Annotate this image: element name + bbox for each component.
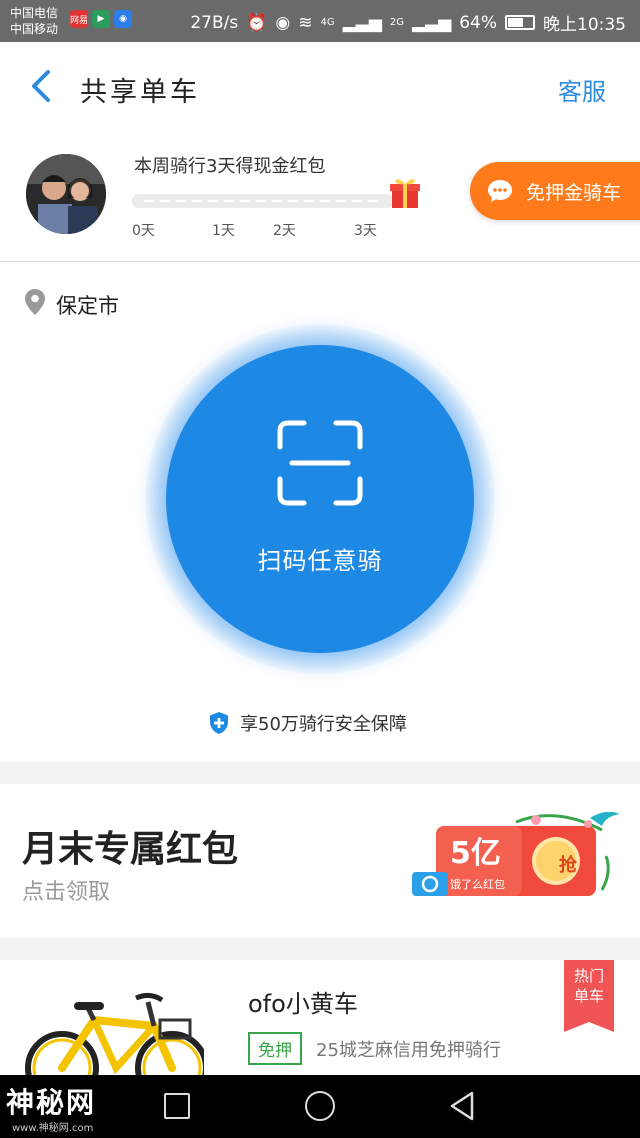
watermark-url: www.神秘网.com — [12, 1123, 94, 1134]
page-title: 共享单车 — [80, 77, 200, 108]
ribbon-line-1: 热门 — [573, 967, 604, 985]
video-app-icon: ▶ — [92, 10, 110, 28]
browser-app-icon: ◉ — [114, 10, 132, 28]
promo-amount: 5亿 — [450, 836, 501, 871]
network-speed: 27B/s — [190, 12, 239, 33]
chat-bubble-icon — [488, 180, 512, 202]
progress-track — [132, 194, 394, 208]
bike-name: ofo小黄车 — [248, 990, 358, 1018]
hot-bike-ribbon: 热门 单车 — [564, 960, 614, 1032]
promo-title: 月末专属红包 — [22, 829, 239, 870]
netease-app-icon: 网易 — [70, 10, 88, 28]
notification-icons: 网易 ▶ ◉ — [70, 10, 132, 28]
carrier-1: 中国电信 — [10, 6, 59, 20]
alarm-icon: ⏰ — [246, 12, 268, 33]
location-pin-icon — [25, 289, 45, 315]
signal-icon-2: ▂▃▅ — [411, 12, 452, 33]
battery-percent: 64% — [459, 12, 497, 33]
yellow-bike-image — [25, 992, 204, 1075]
tick-day-3: 3天 — [354, 223, 377, 239]
watermark-text: 神秘网 — [6, 1086, 97, 1119]
eye-icon: ◉ — [275, 12, 291, 33]
system-nav-bar: 神秘网 www.神秘网.com — [0, 1075, 640, 1138]
gift-icon — [390, 179, 420, 208]
carrier-info: 中国电信 中国移动 — [10, 5, 58, 37]
network-type-2: 2G — [389, 17, 404, 28]
nav-back-icon[interactable] — [446, 1089, 480, 1123]
signal-icon: ▂▃▅ — [342, 12, 382, 33]
wifi-icon: ≋ — [298, 12, 313, 33]
network-type-1: 4G — [320, 17, 335, 28]
progress-dashes — [144, 200, 382, 202]
eleme-red-packet-graphic[interactable]: 5亿 饿了么红包 抢 — [406, 811, 628, 912]
battery-fill — [508, 18, 524, 27]
recent-apps-icon[interactable] — [164, 1093, 190, 1119]
grab-button[interactable]: 抢 — [546, 844, 590, 888]
home-icon[interactable] — [305, 1091, 335, 1121]
insurance-text: 享50万骑行安全保障 — [240, 714, 407, 735]
weekly-ride-progress-card: 本周骑行3天得现金红包 0天 1天 2天 3天 免押金骑车 — [0, 132, 640, 262]
status-indicators: 27B/s ⏰ ◉ ≋ 4G ▂▃▅ 2G ▂▃▅ 64% 晚上10:35 — [190, 10, 626, 36]
deposit-free-ride-button[interactable]: 免押金骑车 — [470, 162, 640, 220]
clock: 晚上10:35 — [543, 15, 626, 35]
customer-service-link[interactable]: 客服 — [558, 72, 606, 107]
status-bar: 中国电信 中国移动 网易 ▶ ◉ 27B/s ⏰ ◉ ≋ 4G ▂▃▅ 2G ▂… — [0, 0, 640, 42]
scan-to-ride-button[interactable]: 扫码任意骑 — [166, 345, 474, 653]
deposit-free-tag: 免押 — [248, 1032, 302, 1065]
promo-subtitle: 点击领取 — [22, 880, 111, 905]
scan-qr-icon — [277, 420, 363, 506]
bike-description: 25城芝麻信用免押骑行 — [316, 1040, 501, 1061]
tick-day-2: 2天 — [273, 223, 296, 239]
red-packet-illustration — [412, 811, 620, 896]
bike-service-card[interactable]: ofo小黄车 免押 25城芝麻信用免押骑行 热门 单车 — [0, 960, 640, 1075]
ribbon-line-2: 单车 — [573, 987, 604, 1005]
insurance-info[interactable]: 享50万骑行安全保障 — [208, 710, 407, 736]
back-arrow-icon[interactable] — [24, 66, 60, 106]
city-label[interactable]: 保定市 — [56, 290, 119, 320]
tick-day-0: 0天 — [132, 223, 155, 239]
progress-title: 本周骑行3天得现金红包 — [134, 156, 326, 177]
carrier-2: 中国移动 — [10, 22, 59, 36]
battery-icon — [505, 15, 535, 30]
user-avatar[interactable] — [26, 154, 106, 234]
scan-label: 扫码任意骑 — [257, 547, 383, 575]
scan-section: 保定市 扫码任意骑 享50万骑行安全保障 — [0, 262, 640, 762]
deposit-free-label: 免押金骑车 — [526, 181, 622, 204]
tick-day-1: 1天 — [212, 223, 235, 239]
shield-plus-icon — [210, 712, 228, 734]
app-header: 共享单车 客服 — [0, 42, 640, 132]
avatar-photo — [26, 154, 106, 234]
promo-brand: 饿了么红包 — [450, 878, 505, 891]
promo-card[interactable]: 月末专属红包 点击领取 5亿 饿了么红包 抢 — [0, 784, 640, 938]
